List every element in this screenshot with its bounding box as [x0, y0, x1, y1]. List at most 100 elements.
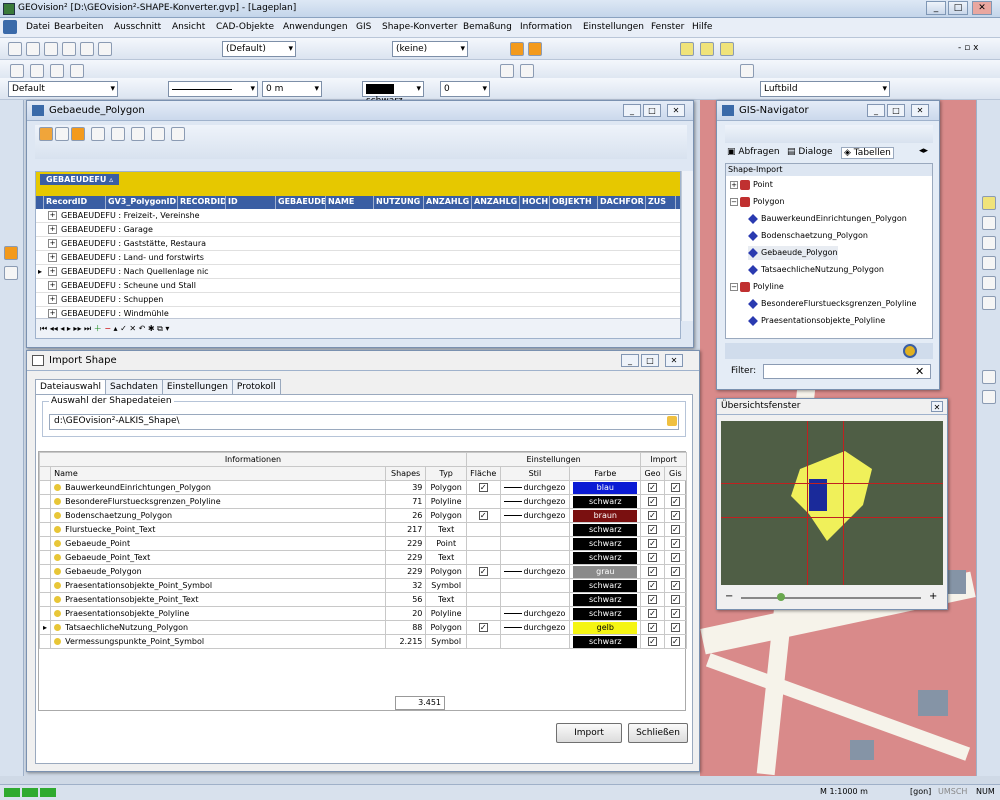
col-name[interactable]: Name: [50, 466, 386, 481]
keine-select[interactable]: (keine): [392, 41, 468, 57]
geo-checkbox-cell[interactable]: ✓: [640, 536, 665, 551]
geo-checkbox[interactable]: ✓: [647, 511, 657, 520]
close-button[interactable]: ✕: [972, 1, 992, 15]
shape-row[interactable]: Gebaeude_Point_Text 229 Text schwarz ✓ ✓: [38, 550, 688, 565]
shape-row[interactable]: Flurstuecke_Point_Text 217 Text schwarz ✓ ✓: [38, 522, 688, 537]
shape-row[interactable]: BauwerkeundEinrichtungen_Polygon 39 Polygo…: [38, 480, 688, 495]
draw-polyline-icon[interactable]: [50, 64, 64, 78]
menu-anwendungen[interactable]: Anwendungen: [283, 22, 348, 32]
maximize-button[interactable]: □: [948, 1, 968, 15]
copy-icon[interactable]: [98, 42, 112, 56]
gis-checkbox[interactable]: ✓: [670, 623, 680, 632]
tree-item[interactable]: − Polyline: [730, 280, 784, 294]
geo-checkbox-cell[interactable]: ✓: [640, 550, 665, 565]
menu-ausschnitt[interactable]: Ausschnitt: [114, 22, 161, 32]
gebaeude-minimize-button[interactable]: _: [623, 104, 641, 117]
color-swatch[interactable]: schwarz: [573, 607, 638, 620]
shape-row[interactable]: BesondereFlurstuecksgrenzen_Polyline 71 Po…: [38, 494, 688, 509]
close-dialog-button[interactable]: Schließen: [628, 723, 688, 743]
menu-fenster[interactable]: Fenster: [651, 22, 684, 32]
shape-row[interactable]: Praesentationsobjekte_Point_Text 56 Text sc…: [38, 592, 688, 607]
zoom-in-button[interactable]: +: [929, 591, 937, 602]
zoom-slider-handle[interactable]: [777, 593, 785, 601]
group-row[interactable]: + GEBAEUDEFU : Land- und forstwirts: [36, 251, 680, 265]
minimize-button[interactable]: _: [926, 1, 946, 15]
tool-icon[interactable]: [4, 246, 18, 260]
navigator-minimize-button[interactable]: _: [867, 104, 885, 117]
chart-icon[interactable]: [131, 127, 145, 141]
style-cell[interactable]: durchgezo: [499, 508, 571, 523]
shape-row[interactable]: Bodenschaetzung_Polygon 26 Polygon ✓ durchge…: [38, 508, 688, 523]
gis-checkbox-cell[interactable]: ✓: [663, 480, 688, 495]
shape-row[interactable]: Gebaeude_Polygon 229 Polygon ✓ durchgezo grau…: [38, 564, 688, 579]
navigator-close-button[interactable]: ✕: [911, 104, 929, 117]
flaeche-checkbox-cell[interactable]: ✓: [465, 620, 501, 635]
folder-icon[interactable]: [667, 416, 677, 426]
geo-checkbox[interactable]: ✓: [647, 623, 657, 632]
style-cell[interactable]: durchgezo: [499, 480, 571, 495]
grid-column-header[interactable]: DACHFOR: [598, 196, 646, 209]
geo-checkbox[interactable]: ✓: [647, 581, 657, 590]
menu-datei[interactable]: Datei: [26, 22, 50, 32]
group-row[interactable]: + GEBAEUDEFU : Scheune und Stall: [36, 279, 680, 293]
geo-checkbox-cell[interactable]: ✓: [640, 592, 665, 607]
shape-row[interactable]: Praesentationsobjekte_Point_Symbol 32 Symb…: [38, 578, 688, 593]
color-swatch[interactable]: gelb: [573, 621, 638, 634]
menu-bema-ung[interactable]: Bemaßung: [463, 22, 512, 32]
menu-shape-konverter[interactable]: Shape-Konverter: [382, 22, 457, 32]
color-cell[interactable]: blau: [569, 480, 642, 495]
color-swatch[interactable]: schwarz: [573, 579, 638, 592]
shape-row[interactable]: Vermessungspunkte_Point_Symbol 2.215 Symbo…: [38, 634, 688, 649]
color-cell[interactable]: schwarz: [569, 592, 642, 607]
geo-checkbox[interactable]: ✓: [647, 595, 657, 604]
arrow-icon[interactable]: [982, 370, 996, 384]
snap-icon[interactable]: [500, 64, 514, 78]
zoom-out-icon[interactable]: [982, 216, 996, 230]
color-cell[interactable]: schwarz: [569, 522, 642, 537]
geo-checkbox-cell[interactable]: ✓: [640, 480, 665, 495]
menu-cad-objekte[interactable]: CAD-Objekte: [216, 22, 274, 32]
zoom-all-icon[interactable]: [982, 256, 996, 270]
tree-expand-icon[interactable]: −: [730, 282, 738, 291]
color-cell[interactable]: schwarz: [569, 494, 642, 509]
flaeche-checkbox-cell[interactable]: [465, 578, 501, 593]
gis-checkbox[interactable]: ✓: [670, 581, 680, 590]
gebaeude-maximize-button[interactable]: □: [643, 104, 661, 117]
grid-column-header[interactable]: ANZAHLG: [472, 196, 520, 209]
tab-einstellungen[interactable]: Einstellungen: [161, 379, 233, 394]
grid-column-header[interactable]: NUTZUNG: [374, 196, 424, 209]
tree-item[interactable]: Bodenschaetzung_Polygon: [748, 229, 868, 243]
tree-expand-icon[interactable]: +: [730, 180, 738, 189]
help-icon[interactable]: [903, 344, 917, 358]
style-cell[interactable]: durchgezo: [499, 620, 571, 635]
tab-dateiauswahl[interactable]: Dateiauswahl: [35, 379, 107, 394]
pencil-icon[interactable]: [8, 42, 22, 56]
grid-column-header[interactable]: GEBAEUDEFU: [276, 196, 326, 209]
flaeche-checkbox-cell[interactable]: ✓: [465, 480, 501, 495]
gis-checkbox[interactable]: ✓: [670, 525, 680, 534]
grid-column-header[interactable]: ID: [226, 196, 276, 209]
save-icon[interactable]: [62, 42, 76, 56]
col-flaeche[interactable]: Fläche: [465, 466, 501, 481]
expand-icon[interactable]: +: [48, 267, 57, 276]
gis-checkbox-cell[interactable]: ✓: [663, 550, 688, 565]
style-cell[interactable]: durchgezo: [499, 564, 571, 579]
flaeche-checkbox[interactable]: ✓: [478, 483, 488, 492]
style-cell[interactable]: durchgezo: [499, 606, 571, 621]
gis-checkbox[interactable]: ✓: [670, 567, 680, 576]
grid-column-header[interactable]: HOCH: [520, 196, 550, 209]
shape-row[interactable]: Gebaeude_Point 229 Point schwarz ✓ ✓: [38, 536, 688, 551]
grid-column-header[interactable]: NAME: [326, 196, 374, 209]
tree-item[interactable]: − Polygon: [730, 195, 784, 209]
gis-checkbox-cell[interactable]: ✓: [663, 508, 688, 523]
tree-item[interactable]: BesondereFlurstuecksgrenzen_Polyline: [748, 297, 916, 311]
tab-sachdaten[interactable]: Sachdaten: [105, 379, 163, 394]
expand-icon[interactable]: +: [48, 239, 57, 248]
flaeche-checkbox-cell[interactable]: [465, 592, 501, 607]
tool2-icon[interactable]: [4, 266, 18, 280]
color-cell[interactable]: schwarz: [569, 536, 642, 551]
sort-icon[interactable]: [91, 127, 105, 141]
refresh-icon[interactable]: [55, 127, 69, 141]
flaeche-checkbox-cell[interactable]: [465, 550, 501, 565]
color-select[interactable]: schwarz: [362, 81, 424, 106]
